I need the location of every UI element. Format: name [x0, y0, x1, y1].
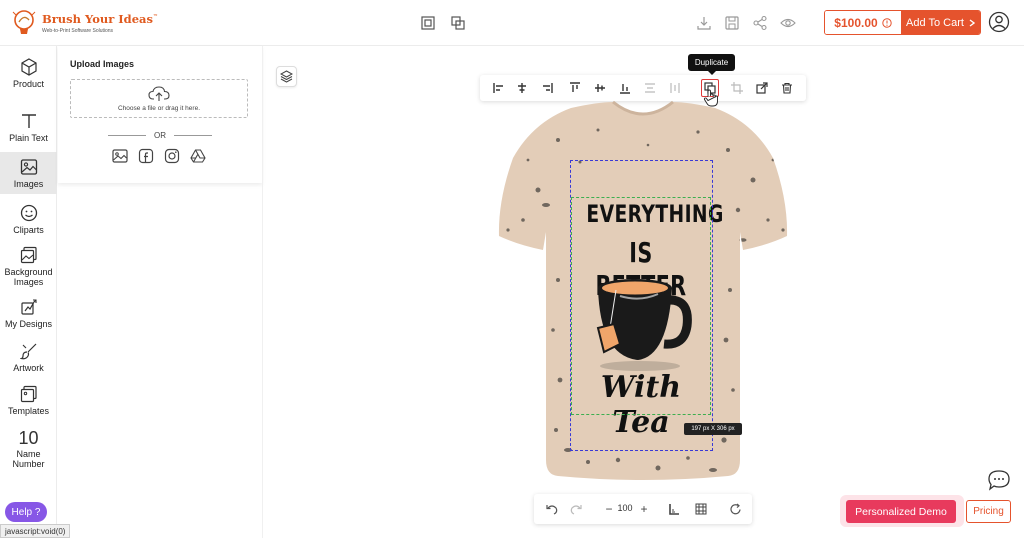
file-dropzone[interactable]: Choose a file or drag it here. — [70, 79, 248, 118]
duplicate-frame-icon[interactable] — [448, 13, 468, 33]
zoom-in-button[interactable]: + — [635, 500, 653, 518]
sidebar-label-background-images: Background Images — [4, 267, 53, 287]
undo-icon[interactable] — [543, 500, 561, 518]
designs-icon — [20, 299, 37, 315]
panel-divider — [262, 46, 263, 538]
smiley-icon — [20, 204, 37, 222]
sidebar-label-cliparts: Cliparts — [13, 225, 44, 235]
sidebar-item-product[interactable]: Product — [0, 58, 57, 94]
dimension-badge: 197 px X 306 px — [684, 423, 742, 435]
or-divider: OR — [108, 130, 212, 140]
zoom-value: 100 — [617, 503, 633, 513]
sidebar-item-cliparts[interactable]: Cliparts — [0, 204, 57, 240]
rotate-icon[interactable] — [726, 500, 744, 518]
price-value: $100.00 — [834, 15, 878, 30]
top-bar: Brush Your Ideas™ Web-to-Print Software … — [0, 0, 1024, 46]
sidebar-label-images: Images — [13, 179, 44, 189]
sidebar-label-artwork: Artwork — [13, 363, 44, 373]
sidebar-item-images[interactable]: Images — [0, 152, 57, 194]
selection-frame[interactable] — [570, 160, 713, 451]
add-to-cart-button[interactable]: Add To Cart — [901, 11, 980, 34]
chat-support-icon[interactable] — [987, 469, 1011, 491]
brush-icon — [19, 343, 36, 360]
cube-icon — [20, 58, 37, 76]
sidebar-item-background-images[interactable]: Background Images — [0, 246, 57, 288]
object-toolbar — [480, 75, 806, 101]
name-number-icon: 10 — [18, 428, 39, 448]
crop-icon[interactable] — [728, 79, 746, 97]
user-account-icon[interactable] — [988, 11, 1010, 38]
top-center-tools — [418, 13, 468, 33]
logo-title: Brush Your Ideas™ — [42, 12, 158, 26]
align-right-icon[interactable] — [538, 79, 556, 97]
distribute-vertical-icon[interactable] — [666, 79, 684, 97]
sidebar-label-product: Product — [12, 79, 45, 89]
facebook-icon[interactable] — [138, 148, 154, 164]
align-bottom-icon[interactable] — [616, 79, 634, 97]
left-sidebar: Product Plain Text Images Cliparts Backg… — [0, 46, 57, 538]
template-icon — [20, 385, 37, 403]
sidebar-item-plain-text[interactable]: Plain Text — [0, 112, 57, 148]
top-right-tools — [694, 13, 798, 33]
bulb-icon — [12, 10, 36, 34]
download-icon[interactable] — [694, 13, 714, 33]
add-to-cart-label: Add To Cart — [906, 16, 964, 29]
sidebar-label-templates: Templates — [7, 406, 50, 416]
browser-status-bar: javascript:void(0) — [0, 524, 71, 538]
delete-icon[interactable] — [778, 79, 796, 97]
bottom-toolbar: − + — [534, 494, 752, 524]
copy-icon[interactable] — [418, 13, 438, 33]
brand-logo[interactable]: Brush Your Ideas™ Web-to-Print Software … — [10, 8, 160, 38]
share-icon[interactable] — [750, 13, 770, 33]
sidebar-item-templates[interactable]: Templates — [0, 385, 57, 421]
preview-eye-icon[interactable] — [778, 13, 798, 33]
sidebar-label-plain-text: Plain Text — [9, 133, 48, 143]
duplicate-tooltip: Duplicate — [688, 54, 735, 75]
price-cart-group: $100.00 Add To Cart — [824, 10, 981, 35]
save-icon[interactable] — [722, 13, 742, 33]
help-button[interactable]: Help ? — [5, 502, 47, 522]
layers-image-icon — [20, 246, 37, 264]
price-display[interactable]: $100.00 — [825, 11, 901, 34]
sidebar-label-my-designs: My Designs — [4, 319, 52, 329]
image-icon — [20, 159, 37, 175]
ruler-icon[interactable] — [665, 500, 683, 518]
panel-title: Upload Images — [70, 59, 135, 69]
layers-icon — [280, 70, 293, 83]
align-top-icon[interactable] — [566, 79, 584, 97]
upload-sources — [112, 148, 206, 164]
sidebar-item-artwork[interactable]: Artwork — [0, 342, 57, 378]
info-icon — [881, 17, 892, 28]
google-drive-icon[interactable] — [190, 148, 206, 164]
grid-icon[interactable] — [692, 500, 710, 518]
align-left-icon[interactable] — [490, 79, 508, 97]
text-t-icon — [21, 114, 36, 128]
or-text: OR — [154, 130, 166, 140]
flip-icon[interactable] — [753, 79, 771, 97]
cloud-upload-icon — [148, 85, 170, 101]
chevron-right-icon — [969, 18, 975, 27]
pricing-button[interactable]: Pricing — [966, 500, 1011, 523]
layers-button[interactable] — [276, 66, 297, 87]
upload-images-panel: Upload Images Choose a file or drag it h… — [58, 46, 262, 183]
dropzone-text: Choose a file or drag it here. — [117, 104, 201, 112]
gallery-icon[interactable] — [112, 148, 128, 164]
sidebar-item-my-designs[interactable]: My Designs — [0, 298, 57, 334]
personalized-demo-button[interactable]: Personalized Demo — [846, 500, 956, 523]
align-middle-icon[interactable] — [591, 79, 609, 97]
sidebar-label-name-number: Name Number — [12, 449, 45, 469]
distribute-horizontal-icon[interactable] — [641, 79, 659, 97]
sidebar-item-name-number[interactable]: 10 Name Number — [0, 429, 57, 471]
redo-icon[interactable] — [567, 500, 585, 518]
logo-subtitle: Web-to-Print Software Solutions — [42, 28, 114, 34]
instagram-icon[interactable] — [164, 148, 180, 164]
align-center-icon[interactable] — [513, 79, 531, 97]
